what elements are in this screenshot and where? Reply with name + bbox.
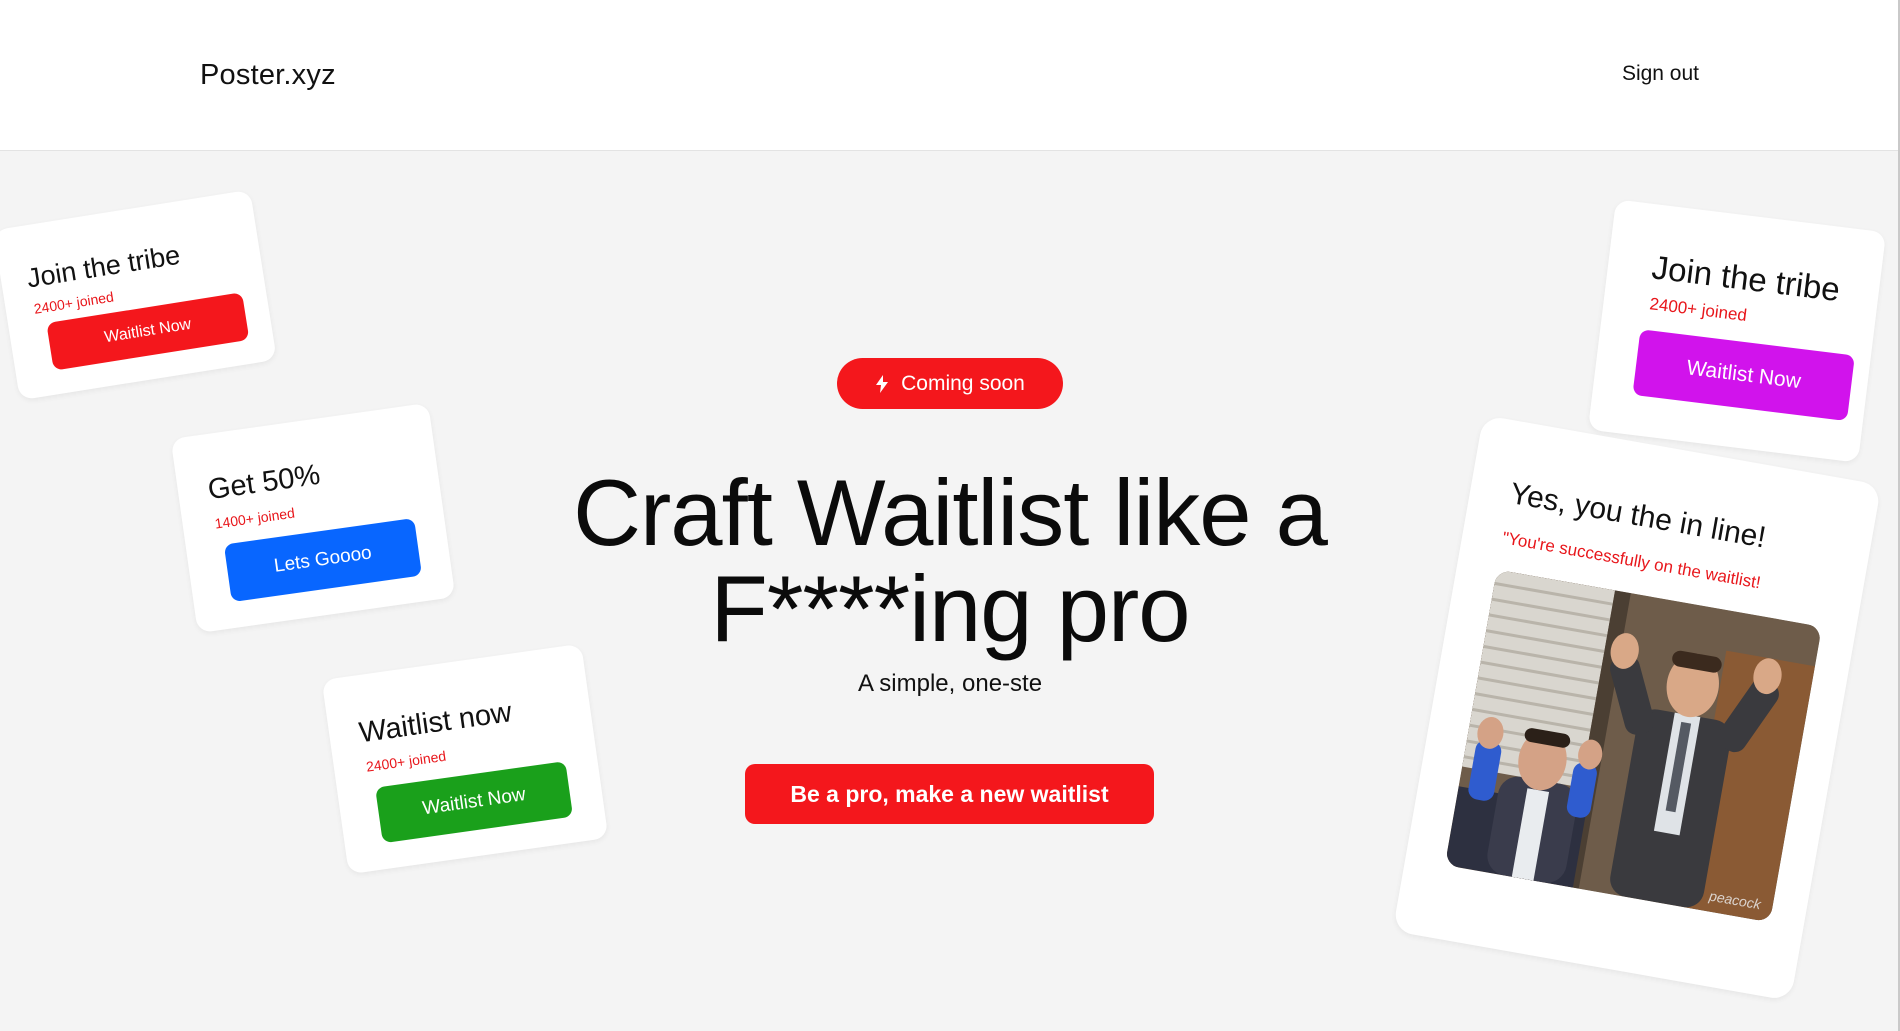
headline-line-1: Craft Waitlist like a <box>573 460 1328 565</box>
celebration-illustration <box>1444 569 1822 923</box>
celebration-image: peacock <box>1444 569 1822 923</box>
card-title: Waitlist now <box>357 696 514 750</box>
logo[interactable]: Poster.xyz <box>200 59 336 92</box>
example-card-join-tribe-red: Join the tribe 2400+ joined Waitlist Now <box>0 189 277 401</box>
card-joined-count: 2400+ joined <box>365 747 448 775</box>
top-nav: Poster.xyz Sign out <box>0 0 1900 151</box>
waitlist-now-button[interactable]: Waitlist Now <box>375 761 574 844</box>
bolt-icon <box>876 374 889 393</box>
example-card-get-50: Get 50% 1400+ joined Lets Goooo <box>170 402 456 634</box>
subheadline: A simple, one-ste <box>857 670 1043 697</box>
lets-go-button[interactable]: Lets Goooo <box>223 517 423 603</box>
create-waitlist-button[interactable]: Be a pro, make a new waitlist <box>745 764 1154 824</box>
coming-soon-badge: Coming soon <box>837 358 1063 409</box>
card-title: Get 50% <box>205 458 323 507</box>
success-card: Yes, you the in line! "You're successful… <box>1392 414 1882 1002</box>
card-title: Join the tribe <box>24 239 183 294</box>
waitlist-now-button[interactable]: Waitlist Now <box>1632 329 1855 422</box>
headline-line-2: F****ing pro <box>710 556 1190 661</box>
example-card-waitlist-now-green: Waitlist now 2400+ joined Waitlist Now <box>321 643 609 875</box>
sign-out-link[interactable]: Sign out <box>1622 62 1699 86</box>
page-title: Craft Waitlist like a F****ing pro <box>450 465 1450 657</box>
card-joined-count: 2400+ joined <box>32 288 115 317</box>
card-joined-count: 2400+ joined <box>1648 294 1748 326</box>
example-card-join-tribe-purple: Join the tribe 2400+ joined Waitlist Now <box>1587 199 1887 463</box>
badge-label: Coming soon <box>901 371 1025 395</box>
card-joined-count: 1400+ joined <box>213 504 296 532</box>
